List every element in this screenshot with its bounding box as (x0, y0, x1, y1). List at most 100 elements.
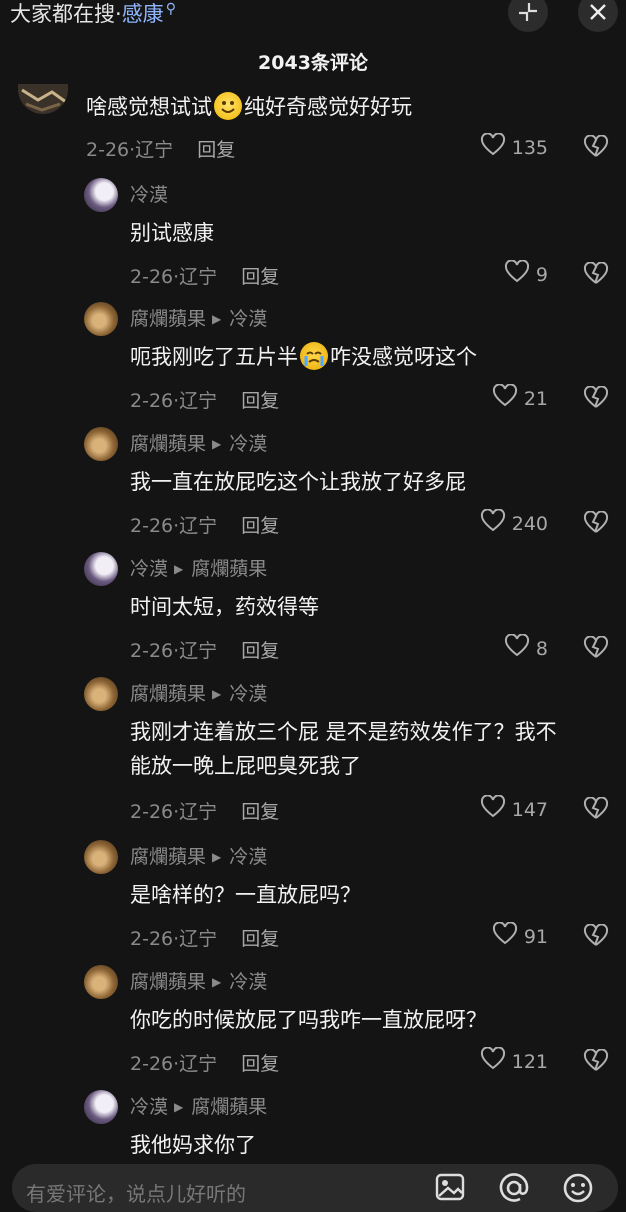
avatar[interactable] (84, 302, 118, 336)
comment-meta: 2-26·辽宁 回复 (130, 266, 280, 288)
broken-heart-icon (582, 1048, 610, 1077)
broken-heart-icon (582, 385, 610, 414)
top-bar: 大家都在搜·感康 ⚲ (0, 0, 626, 32)
author-name[interactable]: 冷漠 (130, 558, 168, 580)
dislike-button[interactable] (582, 1048, 610, 1077)
avatar[interactable] (84, 552, 118, 586)
avatar[interactable] (84, 427, 118, 461)
like-count: 9 (535, 263, 548, 286)
comment-input[interactable]: 有爱评论，说点儿好听的 (12, 1164, 618, 1212)
avatar[interactable] (84, 1090, 118, 1124)
collapse-button[interactable] (508, 0, 548, 32)
reply-to-name[interactable]: 冷漠 (229, 971, 267, 993)
close-button[interactable] (578, 0, 618, 32)
reply-button[interactable]: 回复 (241, 266, 279, 288)
reply-to-name[interactable]: 冷漠 (229, 846, 267, 868)
comment-count: 2043条评论 (258, 52, 368, 74)
comment-text: 是啥样的？一直放屁吗？ (130, 883, 361, 907)
dislike-button[interactable] (582, 385, 610, 414)
comment-author: 腐爛蘋果 ▶ 冷漠 (130, 429, 267, 456)
close-icon (588, 2, 608, 22)
author-name[interactable]: 腐爛蘋果 (130, 683, 206, 705)
author-name[interactable]: 腐爛蘋果 (130, 308, 206, 330)
comment-text: 我他妈求你了 (130, 1133, 256, 1157)
heart-icon (480, 1046, 506, 1076)
comment-date: 2-26 (130, 801, 174, 823)
comment-meta: 2-26·辽宁 回复 (130, 390, 280, 412)
image-icon[interactable] (434, 1172, 466, 1206)
comment-location: 辽宁 (179, 266, 218, 288)
author-name[interactable]: 腐爛蘋果 (130, 433, 206, 455)
broken-heart-icon (582, 134, 610, 163)
reply-button[interactable]: 回复 (241, 390, 279, 412)
at-mention-icon[interactable] (498, 1172, 530, 1208)
reply-arrow-icon: ▶ (212, 687, 222, 701)
reply-to-name[interactable]: 冷漠 (229, 433, 267, 455)
like-button[interactable]: 9 (504, 259, 548, 289)
comment-input-placeholder: 有爱评论，说点儿好听的 (26, 1182, 246, 1206)
avatar[interactable] (18, 84, 68, 114)
heart-icon (492, 921, 518, 951)
avatar[interactable] (84, 840, 118, 874)
author-name[interactable]: 冷漠 (130, 184, 168, 206)
dislike-button[interactable] (582, 635, 610, 664)
dislike-button[interactable] (582, 261, 610, 290)
like-count: 91 (523, 925, 548, 948)
search-prefix: 大家都在搜· (10, 2, 122, 26)
emoji-icon[interactable] (562, 1172, 594, 1208)
author-name[interactable]: 腐爛蘋果 (130, 971, 206, 993)
dislike-button[interactable] (582, 923, 610, 952)
broken-heart-icon (582, 635, 610, 664)
comment-meta: 2-26·辽宁 回复 (130, 928, 280, 950)
search-suggestion[interactable]: 大家都在搜·感康 ⚲ (10, 0, 176, 28)
comment-location: 辽宁 (179, 640, 218, 662)
comment-date: 2-26 (130, 266, 174, 288)
reply-to-name[interactable]: 冷漠 (229, 683, 267, 705)
like-button[interactable]: 147 (480, 794, 548, 824)
comment-date: 2-26 (130, 640, 174, 662)
comment-meta: 2-26·辽宁 回复 (130, 640, 280, 662)
comment-author: 冷漠 ▶ 腐爛蘋果 (130, 554, 267, 581)
like-button[interactable]: 21 (492, 383, 548, 413)
comment-author: 腐爛蘋果 ▶ 冷漠 (130, 842, 267, 869)
author-name[interactable]: 腐爛蘋果 (130, 846, 206, 868)
like-button[interactable]: 240 (480, 508, 548, 538)
like-button[interactable]: 91 (492, 921, 548, 951)
comment-date: 2-26 (130, 390, 174, 412)
like-button[interactable]: 135 (480, 132, 548, 162)
reply-to-name[interactable]: 冷漠 (229, 308, 267, 330)
comment-meta: 2-26·辽宁 回复 (86, 139, 236, 161)
comment-author: 冷漠 (130, 180, 168, 207)
reply-button[interactable]: 回复 (241, 640, 279, 662)
heart-icon (480, 132, 506, 162)
dislike-button[interactable] (582, 510, 610, 539)
comment-author: 腐爛蘋果 ▶ 冷漠 (130, 679, 267, 706)
reply-to-name[interactable]: 腐爛蘋果 (191, 1096, 267, 1118)
heart-icon (480, 508, 506, 538)
comment-text: 别试感康 (130, 221, 214, 245)
comment-location: 辽宁 (179, 515, 218, 537)
like-count: 121 (511, 1050, 548, 1073)
like-button[interactable]: 121 (480, 1046, 548, 1076)
like-count: 135 (511, 136, 548, 159)
avatar[interactable] (84, 965, 118, 999)
collapse-icon (517, 1, 539, 23)
like-button[interactable]: 8 (504, 633, 548, 663)
dislike-button[interactable] (582, 796, 610, 825)
reply-button[interactable]: 回复 (241, 801, 279, 823)
reply-button[interactable]: 回复 (241, 1053, 279, 1075)
avatar[interactable] (84, 178, 118, 212)
reply-button[interactable]: 回复 (241, 928, 279, 950)
comment-text: 时间太短，药效得等 (130, 595, 319, 619)
reply-button[interactable]: 回复 (197, 139, 235, 161)
search-keyword[interactable]: 感康 (122, 2, 164, 26)
reply-button[interactable]: 回复 (241, 515, 279, 537)
comment-date: 2-26 (130, 928, 174, 950)
comment-date: 2-26 (86, 139, 130, 161)
author-name[interactable]: 冷漠 (130, 1096, 168, 1118)
avatar[interactable] (84, 677, 118, 711)
like-count: 240 (511, 512, 548, 535)
like-count: 8 (535, 637, 548, 660)
dislike-button[interactable] (582, 134, 610, 163)
reply-to-name[interactable]: 腐爛蘋果 (191, 558, 267, 580)
